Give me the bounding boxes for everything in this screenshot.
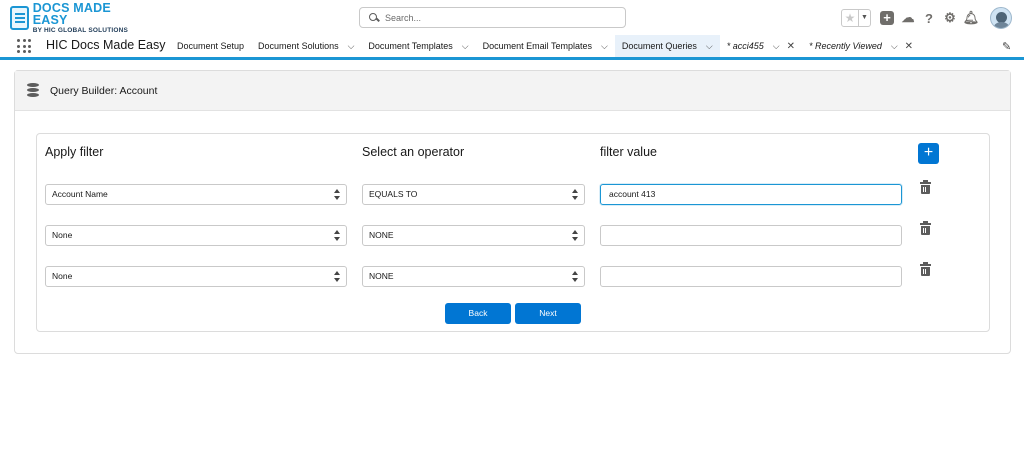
- tab-document-email-templates[interactable]: Document Email Templates ⌵: [476, 35, 615, 57]
- nav-bar: HIC Docs Made Easy Document Setup Docume…: [0, 35, 1024, 60]
- delete-icon[interactable]: [920, 221, 931, 235]
- logo-subtitle: BY HIC GLOBAL SOLUTIONS: [32, 26, 129, 34]
- add-filter-button[interactable]: +: [918, 143, 939, 164]
- avatar[interactable]: [990, 7, 1012, 29]
- global-search[interactable]: [359, 7, 626, 28]
- apply-filter-heading: Apply filter: [45, 145, 104, 159]
- sort-arrows-icon: [572, 188, 578, 201]
- filter-panel: Apply filter Select an operator filter v…: [36, 133, 990, 332]
- search-icon: [369, 12, 379, 23]
- next-button[interactable]: Next: [515, 303, 581, 324]
- app-name: HIC Docs Made Easy: [46, 38, 166, 52]
- filter-value-input[interactable]: account 413: [600, 184, 902, 205]
- search-input[interactable]: [385, 12, 615, 23]
- app-launcher-icon[interactable]: [17, 39, 31, 53]
- tab-document-templates[interactable]: Document Templates ⌵: [361, 35, 475, 57]
- logo-title: DOCS MADE EASY: [32, 0, 111, 28]
- operator-select[interactable]: NONE: [362, 225, 585, 246]
- tab-acci455[interactable]: * acci455 ⌵ ✕: [720, 35, 802, 57]
- page-title: Query Builder: Account: [50, 85, 158, 97]
- sort-arrows-icon: [572, 270, 578, 283]
- filter-field-select[interactable]: None: [45, 225, 347, 246]
- query-builder-card: Query Builder: Account Apply filter Sele…: [14, 70, 1011, 354]
- back-button[interactable]: Back: [445, 303, 511, 324]
- favorites-control[interactable]: ★ ▼: [841, 9, 871, 27]
- chevron-down-icon[interactable]: ⌵: [706, 41, 713, 52]
- operator-select[interactable]: NONE: [362, 266, 585, 287]
- trailhead-icon[interactable]: ☁: [900, 10, 916, 26]
- document-logo-icon: [10, 6, 29, 30]
- sort-arrows-icon: [572, 229, 578, 242]
- filter-value-input[interactable]: [600, 225, 902, 246]
- chevron-down-icon[interactable]: ⌵: [601, 41, 608, 52]
- close-icon[interactable]: ✕: [787, 41, 795, 52]
- global-actions-button[interactable]: +: [879, 10, 895, 26]
- sort-arrows-icon: [334, 188, 340, 201]
- page-body: Query Builder: Account Apply filter Sele…: [0, 62, 1024, 474]
- chevron-down-icon[interactable]: ⌵: [348, 41, 355, 52]
- chevron-down-icon[interactable]: ▼: [858, 10, 870, 26]
- filter-value-input[interactable]: [600, 266, 902, 287]
- tab-document-solutions[interactable]: Document Solutions ⌵: [251, 35, 361, 57]
- tab-recently-viewed[interactable]: * Recently Viewed ⌵ ✕: [802, 35, 920, 57]
- close-icon[interactable]: ✕: [905, 41, 913, 52]
- filter-value-heading: filter value: [600, 145, 657, 159]
- nav-tabs: Document Setup Document Solutions ⌵ Docu…: [170, 35, 920, 60]
- sort-arrows-icon: [334, 270, 340, 283]
- tab-document-setup[interactable]: Document Setup: [170, 35, 251, 57]
- operator-select[interactable]: EQUALS TO: [362, 184, 585, 205]
- database-icon: [27, 83, 39, 98]
- gear-icon[interactable]: ⚙: [942, 10, 958, 26]
- chevron-down-icon[interactable]: ⌵: [891, 41, 898, 52]
- app-logo[interactable]: DOCS MADE EASY BY HIC GLOBAL SOLUTIONS: [10, 0, 140, 33]
- plus-icon: +: [880, 11, 894, 25]
- sort-arrows-icon: [334, 229, 340, 242]
- filter-field-select[interactable]: Account Name: [45, 184, 347, 205]
- star-icon[interactable]: ★: [842, 10, 858, 26]
- filter-field-select[interactable]: None: [45, 266, 347, 287]
- bell-icon[interactable]: 🔔︎: [963, 10, 980, 26]
- pencil-icon[interactable]: ✎: [1002, 40, 1011, 53]
- card-header: Query Builder: Account: [15, 71, 1010, 111]
- delete-icon[interactable]: [920, 180, 931, 194]
- delete-icon[interactable]: [920, 262, 931, 276]
- global-header: DOCS MADE EASY BY HIC GLOBAL SOLUTIONS ★…: [0, 0, 1024, 35]
- operator-heading: Select an operator: [362, 145, 465, 159]
- header-icons: ★ ▼ + ☁ ? ⚙ 🔔︎: [841, 6, 1012, 30]
- help-icon[interactable]: ?: [921, 10, 937, 26]
- chevron-down-icon[interactable]: ⌵: [773, 41, 780, 52]
- chevron-down-icon[interactable]: ⌵: [462, 41, 469, 52]
- tab-document-queries[interactable]: Document Queries ⌵: [614, 35, 720, 60]
